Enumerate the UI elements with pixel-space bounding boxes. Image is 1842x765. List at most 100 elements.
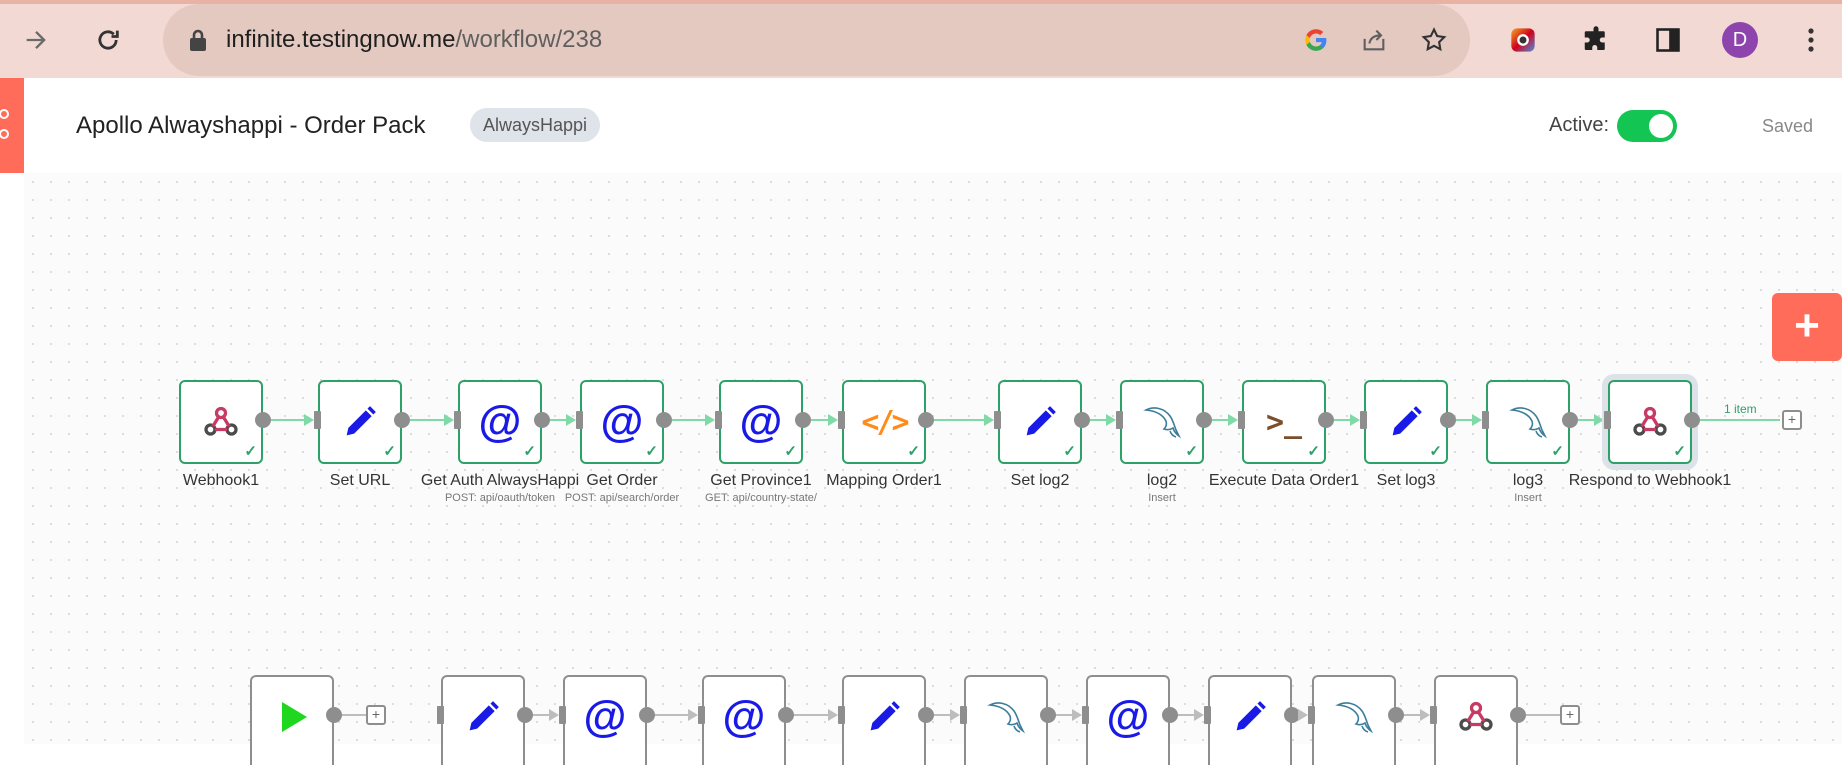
save-status[interactable]: Saved (1762, 116, 1813, 137)
add-next-node-button[interactable]: + (1782, 410, 1802, 430)
output-handle[interactable] (394, 412, 410, 428)
output-handle[interactable] (255, 412, 271, 428)
input-handle[interactable] (838, 411, 845, 429)
node-second-flow-8[interactable] (1208, 675, 1292, 765)
sidebar-logo[interactable] (0, 78, 24, 173)
connection-line[interactable] (271, 419, 304, 421)
puzzle-extensions-icon[interactable] (1580, 24, 1612, 56)
add-node-button[interactable]: + (1772, 293, 1842, 361)
workflow-canvas[interactable]: + ✓ Webhook1 ✓ Set URL @ ✓ Get Auth Alwa… (24, 173, 1842, 765)
node-second-flow-9[interactable] (1312, 675, 1396, 765)
input-handle[interactable] (1430, 706, 1437, 724)
output-handle[interactable] (918, 707, 934, 723)
input-handle[interactable] (437, 706, 444, 724)
connection-line[interactable] (1056, 714, 1072, 716)
output-handle[interactable] (1562, 412, 1578, 428)
node-webhook1[interactable]: ✓ (179, 380, 263, 464)
connection-line[interactable] (1212, 419, 1228, 421)
node-second-flow-4[interactable]: @ (702, 675, 786, 765)
output-handle[interactable] (326, 707, 342, 723)
input-handle[interactable] (454, 411, 461, 429)
input-handle[interactable] (1308, 706, 1315, 724)
kebab-menu-icon[interactable] (1795, 24, 1827, 56)
node-second-flow-6[interactable] (964, 675, 1048, 765)
output-handle[interactable] (795, 412, 811, 428)
connection-line[interactable] (1578, 419, 1594, 421)
input-handle[interactable] (1604, 411, 1611, 429)
output-handle[interactable] (1040, 707, 1056, 723)
node-log2[interactable]: ✓ (1120, 380, 1204, 464)
input-handle[interactable] (1116, 411, 1123, 429)
lock-icon[interactable] (187, 28, 209, 52)
input-handle[interactable] (715, 411, 722, 429)
add-next-node-button[interactable]: + (1560, 705, 1580, 725)
output-handle[interactable] (1388, 707, 1404, 723)
connection-line[interactable] (1404, 714, 1420, 716)
input-handle[interactable] (960, 706, 967, 724)
input-handle[interactable] (1082, 706, 1089, 724)
output-handle[interactable] (1684, 412, 1700, 428)
connection-line[interactable] (410, 419, 444, 421)
share-icon[interactable] (1358, 24, 1390, 56)
url-text[interactable]: infinite.testingnow.me/workflow/238 (226, 26, 602, 54)
color-extension-icon[interactable] (1507, 24, 1539, 56)
input-handle[interactable] (314, 411, 321, 429)
input-handle[interactable] (576, 411, 583, 429)
node-get-order[interactable]: @ ✓ (580, 380, 664, 464)
node-set-url[interactable]: ✓ (318, 380, 402, 464)
input-handle[interactable] (1360, 411, 1367, 429)
output-handle[interactable] (517, 707, 533, 723)
node-mapping-order1[interactable]: </> ✓ (842, 380, 926, 464)
output-handle[interactable] (1510, 707, 1526, 723)
connection-line[interactable] (794, 714, 828, 716)
input-handle[interactable] (1238, 411, 1245, 429)
node-respond-to-webhook1[interactable]: ✓ (1608, 380, 1692, 464)
input-handle[interactable] (698, 706, 705, 724)
output-handle[interactable] (1162, 707, 1178, 723)
workflow-tag[interactable]: AlwaysHappi (470, 108, 601, 142)
output-handle[interactable] (534, 412, 550, 428)
connection-line[interactable] (533, 714, 549, 716)
connection-line[interactable] (1090, 419, 1106, 421)
input-handle[interactable] (559, 706, 566, 724)
connection-line[interactable] (1334, 419, 1350, 421)
bookmark-star-icon[interactable] (1418, 24, 1450, 56)
add-next-node-button[interactable]: + (366, 705, 386, 725)
output-handle[interactable] (639, 707, 655, 723)
node-log3[interactable]: ✓ (1486, 380, 1570, 464)
output-handle[interactable] (656, 412, 672, 428)
connection-line[interactable] (934, 419, 984, 421)
node-second-flow-3[interactable]: @ (563, 675, 647, 765)
google-icon[interactable] (1300, 24, 1332, 56)
connection-line[interactable] (1456, 419, 1472, 421)
node-second-flow-2[interactable] (441, 675, 525, 765)
side-panel-icon[interactable] (1652, 24, 1684, 56)
output-handle[interactable] (778, 707, 794, 723)
active-toggle[interactable] (1617, 110, 1677, 142)
workflow-title[interactable]: Apollo Alwayshappi - Order Pack (76, 112, 426, 140)
connection-line[interactable] (1178, 714, 1194, 716)
node-set-log2[interactable]: ✓ (998, 380, 1082, 464)
forward-button[interactable] (16, 20, 56, 60)
node-second-flow-7[interactable]: @ (1086, 675, 1170, 765)
output-handle[interactable] (1074, 412, 1090, 428)
node-set-log3[interactable]: ✓ (1364, 380, 1448, 464)
node-execute-data-order1[interactable]: >_ ✓ (1242, 380, 1326, 464)
connection-line[interactable] (672, 419, 705, 421)
node-second-flow-5[interactable] (842, 675, 926, 765)
connection-line[interactable] (655, 714, 688, 716)
input-handle[interactable] (1204, 706, 1211, 724)
node-second-flow-10[interactable] (1434, 675, 1518, 765)
output-handle[interactable] (1440, 412, 1456, 428)
node-get-auth-alwayshappi[interactable]: @ ✓ (458, 380, 542, 464)
connection-line[interactable] (811, 419, 828, 421)
connection-line[interactable] (934, 714, 950, 716)
output-handle[interactable] (1196, 412, 1212, 428)
profile-avatar[interactable]: D (1722, 22, 1758, 58)
input-handle[interactable] (838, 706, 845, 724)
connection-line[interactable] (550, 419, 566, 421)
output-handle[interactable] (918, 412, 934, 428)
input-handle[interactable] (994, 411, 1001, 429)
node-second-flow-1[interactable] (250, 675, 334, 765)
reload-button[interactable] (88, 20, 128, 60)
